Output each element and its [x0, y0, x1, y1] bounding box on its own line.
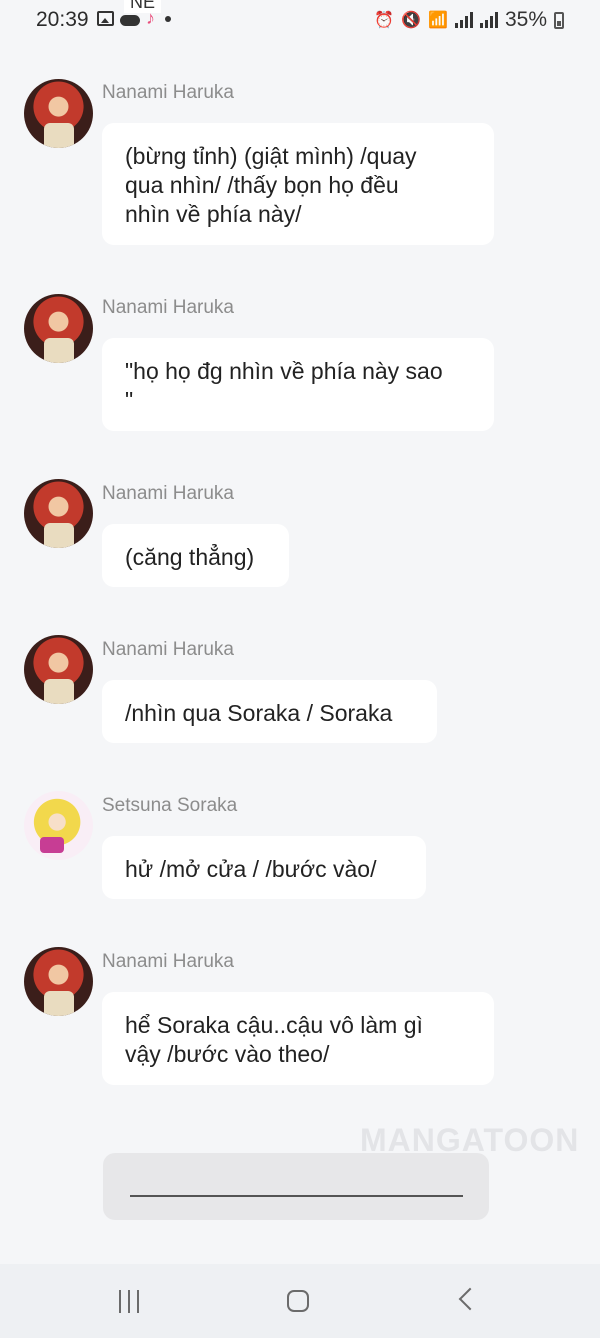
more-notifications-dot [165, 15, 171, 22]
avatar[interactable] [24, 635, 93, 704]
sender-name: Nanami Haruka [102, 82, 234, 103]
avatar[interactable] [24, 947, 93, 1016]
battery-percent: 35% [504, 8, 547, 31]
cloud-icon [120, 15, 140, 26]
home-icon[interactable] [287, 1290, 309, 1312]
sender-name: Nanami Haruka [102, 639, 234, 660]
message-input[interactable] [103, 1153, 489, 1220]
mute-icon: 🔇 [401, 12, 422, 29]
sender-name: Nanami Haruka [102, 483, 234, 504]
battery-icon [554, 11, 564, 29]
message-bubble[interactable]: hử /mở cửa / /bước vào/ [102, 836, 426, 899]
gallery-icon [97, 11, 114, 26]
sender-name: Setsuna Soraka [102, 795, 238, 816]
back-icon[interactable] [458, 1287, 482, 1311]
wifi-icon: 📶 [428, 12, 448, 29]
input-underline [130, 1195, 463, 1197]
status-bar: 20:39 ♪ NE ⏰ 🔇 📶 35% [0, 0, 600, 40]
avatar[interactable] [24, 479, 93, 548]
message-bubble[interactable]: (căng thẳng) [102, 524, 289, 587]
avatar[interactable] [24, 79, 93, 148]
message-bubble[interactable]: hể Soraka cậu..cậu vô làm gì vậy /bước v… [102, 992, 494, 1085]
status-time: 20:39 [36, 8, 89, 31]
recent-apps-icon[interactable] [119, 1290, 139, 1313]
sender-name: Nanami Haruka [102, 951, 234, 972]
message-bubble[interactable]: (bừng tỉnh) (giật mình) /quay qua nhìn/ … [102, 123, 494, 245]
message-bubble[interactable]: /nhìn qua Soraka / Soraka [102, 680, 437, 743]
notification-overlay: NE [124, 0, 162, 13]
avatar[interactable] [24, 294, 93, 363]
sender-name: Nanami Haruka [102, 297, 234, 318]
signal-icon [454, 12, 473, 28]
signal-icon [479, 12, 498, 28]
navigation-bar [0, 1264, 600, 1338]
avatar[interactable] [24, 791, 93, 860]
alarm-icon: ⏰ [374, 12, 395, 29]
message-bubble[interactable]: "họ họ đg nhìn về phía này sao " [102, 338, 494, 431]
status-system-icons: ⏰ 🔇 📶 35% [374, 8, 564, 32]
